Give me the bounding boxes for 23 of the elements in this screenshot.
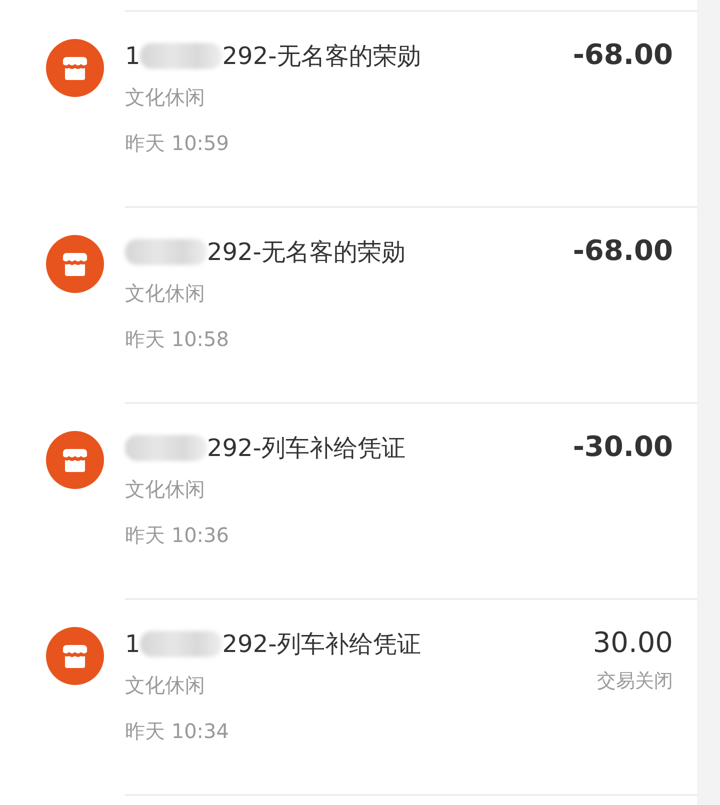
transaction-title[interactable]: 292-列车补给凭证 [207, 431, 406, 465]
transaction-title[interactable]: 292-无名客的荣勋 [222, 39, 421, 73]
category-label: 文化休闲 [125, 672, 206, 699]
category-label: 文化休闲 [125, 84, 206, 111]
transaction-time: 昨天 10:59 [125, 130, 230, 157]
title-prefix: 1 [125, 629, 140, 660]
transaction-title[interactable]: 292-无名客的荣勋 [207, 235, 406, 269]
store-icon [46, 431, 104, 489]
transaction-amount: 30.00 [592, 625, 673, 661]
store-icon [46, 627, 104, 685]
store-icon [46, 39, 104, 97]
transaction-amount: -68.00 [572, 37, 673, 73]
transaction-amount: -30.00 [572, 429, 673, 465]
transaction-time: 昨天 10:34 [125, 718, 230, 745]
transaction-amount: -68.00 [572, 233, 673, 269]
transaction-time: 昨天 10:36 [125, 522, 230, 549]
title-prefix: 1 [125, 41, 140, 72]
category-label: 文化休闲 [125, 476, 206, 503]
transaction-status: 交易关闭 [597, 669, 673, 694]
transaction-title[interactable]: 292-列车补给凭证 [222, 627, 421, 661]
category-label: 文化休闲 [125, 280, 206, 307]
store-icon [46, 235, 104, 293]
transaction-time: 昨天 10:58 [125, 326, 230, 353]
